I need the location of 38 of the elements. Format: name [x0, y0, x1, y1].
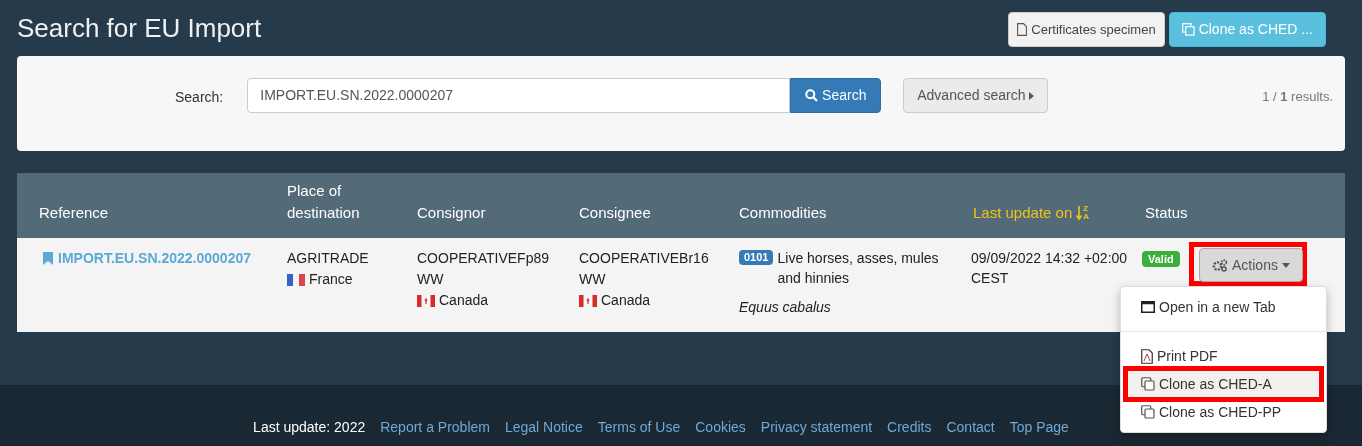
party-name: AGRITRADE: [287, 249, 370, 268]
menu-item[interactable]: Open in a new Tab: [1127, 293, 1320, 321]
search-button[interactable]: Search: [790, 78, 882, 113]
header-button[interactable]: Certificates specimen: [1008, 12, 1165, 47]
results-count: 1 / 1 results.: [1262, 88, 1333, 106]
column-header: Status: [1145, 203, 1188, 223]
search-field[interactable]: IMPORT.EU.SN.2022.0000207: [247, 78, 791, 113]
party-name: COOPERATIVEBr16 WW: [579, 249, 710, 289]
column-header: Consignee: [579, 203, 651, 223]
country-label: Canada: [417, 290, 569, 311]
page-title: Search for EU Import: [17, 13, 262, 43]
footer-link[interactable]: Report a Problem: [380, 417, 490, 438]
footer-link[interactable]: Top Page: [1009, 417, 1069, 438]
advanced-search-button[interactable]: Advanced search: [903, 78, 1049, 113]
menu-item[interactable]: Print PDF: [1127, 342, 1320, 370]
column-header[interactable]: Last update on Z A: [973, 202, 1090, 224]
footer-link[interactable]: Contact: [946, 417, 995, 438]
menu-item[interactable]: Clone as CHED-PP: [1127, 398, 1320, 426]
column-header: Reference: [39, 203, 109, 223]
last-update-text: 09/09/2022 14:32 +02:00 CEST: [971, 249, 1129, 288]
column-header: Place of destination: [287, 181, 361, 223]
actions-button[interactable]: Actions: [1199, 248, 1303, 282]
footer-link[interactable]: Credits: [887, 417, 932, 438]
commodity-name: Live horses, asses, mules and hinnies: [777, 249, 940, 288]
footer-link[interactable]: Cookies: [695, 417, 746, 438]
search-label: Search:: [175, 88, 224, 107]
status-badge: Valid: [1142, 251, 1180, 267]
footer-link[interactable]: Privacy statement: [760, 417, 873, 438]
party-name: COOPERATIVEFp89 WW: [417, 249, 550, 289]
column-header: Commodities: [739, 203, 827, 223]
country-label: Canada: [579, 290, 729, 311]
commodity-code: 0101: [739, 250, 774, 265]
country-label: France: [287, 269, 407, 290]
species-name: Equus cabalus: [739, 298, 832, 317]
footer-text: Last update: 2022: [253, 418, 366, 437]
footer-link[interactable]: Legal Notice: [504, 417, 583, 438]
column-header: Consignor: [417, 203, 486, 223]
footer-link[interactable]: Terms of Use: [597, 417, 681, 438]
